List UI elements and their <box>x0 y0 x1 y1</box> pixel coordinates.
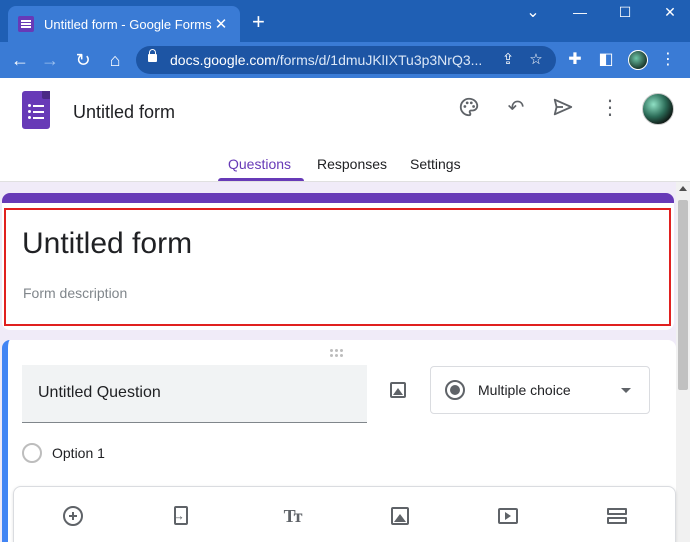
maximize-button[interactable]: ☐ <box>610 4 640 21</box>
logo-line <box>33 110 44 113</box>
drag-dot <box>335 349 338 352</box>
question-toolbar: Tт <box>13 486 676 542</box>
option-row: Option 1 <box>22 442 222 464</box>
page-scrollbar[interactable] <box>676 182 690 542</box>
form-tabs: Questions Responses Settings <box>0 154 690 182</box>
add-image-button[interactable] <box>388 504 412 528</box>
logo-dot <box>28 104 31 107</box>
option-label[interactable]: Option 1 <box>52 445 105 461</box>
logo-line <box>33 104 44 107</box>
drag-dot <box>330 349 333 352</box>
back-button[interactable]: ← <box>8 48 32 72</box>
radio-checked-icon <box>445 380 465 400</box>
palette-icon[interactable] <box>457 96 481 120</box>
add-question-image-button[interactable] <box>386 378 410 402</box>
logo-dot <box>28 110 31 113</box>
browser-tab-strip: Untitled form - Google Forms ✕ + ⌄ — ☐ ✕ <box>0 0 690 42</box>
tab-search-icon[interactable]: ⌄ <box>518 2 548 22</box>
import-questions-button[interactable] <box>169 504 193 528</box>
add-question-button[interactable] <box>61 504 85 528</box>
new-tab-button[interactable]: + <box>252 11 265 33</box>
question-type-label: Multiple choice <box>478 382 571 398</box>
logo-line <box>33 116 44 119</box>
scroll-up-arrow-icon[interactable] <box>679 186 687 191</box>
close-window-button[interactable]: ✕ <box>655 4 685 21</box>
drag-handle-icon[interactable] <box>330 349 346 357</box>
reload-button[interactable]: ↻ <box>71 48 95 72</box>
tab-questions[interactable]: Questions <box>228 156 291 172</box>
add-circle-icon <box>63 506 83 526</box>
account-avatar[interactable] <box>642 93 674 125</box>
logo-dot <box>28 116 31 119</box>
radio-unchecked-icon[interactable] <box>22 443 42 463</box>
google-forms-logo-icon[interactable] <box>22 91 50 129</box>
drag-dot <box>340 349 343 352</box>
section-icon <box>607 508 627 515</box>
url-text[interactable]: docs.google.com/forms/d/1dmuJKlIXTu3p3Nr… <box>170 52 482 68</box>
more-options-icon[interactable]: ⋮ <box>598 96 622 120</box>
title-text-icon: Tт <box>283 506 303 526</box>
form-title-field[interactable]: Untitled form <box>22 227 192 261</box>
google-forms-favicon-icon <box>18 16 34 32</box>
tab-title: Untitled form - Google Forms <box>44 16 212 32</box>
address-bar[interactable]: docs.google.com/forms/d/1dmuJKlIXTu3p3Nr… <box>136 46 556 74</box>
side-panel-icon[interactable]: ◧ <box>594 48 618 72</box>
form-name-field[interactable]: Untitled form <box>73 102 175 123</box>
add-title-button[interactable]: Tт <box>280 504 304 528</box>
dropdown-arrow-icon <box>621 388 631 393</box>
send-svg <box>553 98 573 116</box>
tab-responses[interactable]: Responses <box>317 156 387 172</box>
forward-button[interactable]: → <box>38 48 62 72</box>
question-title-input[interactable]: Untitled Question <box>22 365 367 423</box>
section-icon-lower <box>607 517 627 524</box>
drag-dot <box>335 354 338 357</box>
image-icon <box>390 382 406 398</box>
home-button[interactable]: ⌂ <box>103 48 127 72</box>
forms-header: Untitled form ↶ ⋮ Questions Responses Se… <box>0 78 690 182</box>
add-video-button[interactable] <box>496 504 520 528</box>
bookmark-star-icon[interactable]: ☆ <box>526 50 546 68</box>
question-type-dropdown[interactable]: Multiple choice <box>430 366 650 414</box>
active-tab-indicator <box>218 178 304 181</box>
undo-icon[interactable]: ↶ <box>504 96 528 120</box>
share-icon[interactable]: ⇪ <box>498 50 518 68</box>
more-vert-icon[interactable]: ⋮ <box>656 48 680 72</box>
profile-avatar-icon[interactable] <box>628 50 648 70</box>
image-icon <box>391 507 409 525</box>
tab-close-icon[interactable]: ✕ <box>212 15 230 33</box>
palette-svg <box>459 97 479 117</box>
extensions-puzzle-icon[interactable]: ✚ <box>563 48 587 72</box>
lock-icon[interactable] <box>148 49 157 62</box>
send-icon[interactable] <box>551 96 575 120</box>
form-description-field[interactable]: Form description <box>23 285 127 301</box>
tab-settings[interactable]: Settings <box>410 156 461 172</box>
video-icon <box>498 508 518 524</box>
browser-tab[interactable]: Untitled form - Google Forms ✕ <box>8 6 240 42</box>
scrollbar-thumb[interactable] <box>678 200 688 390</box>
title-card-accent <box>2 193 674 203</box>
browser-toolbar: ← → ↻ ⌂ docs.google.com/forms/d/1dmuJKlI… <box>0 42 690 78</box>
add-section-button[interactable] <box>605 504 629 528</box>
drag-dot <box>330 354 333 357</box>
minimize-button[interactable]: — <box>565 4 595 20</box>
drag-dot <box>340 354 343 357</box>
import-icon <box>172 504 188 528</box>
question-title-text: Untitled Question <box>38 384 161 401</box>
highlight-box <box>4 208 671 326</box>
